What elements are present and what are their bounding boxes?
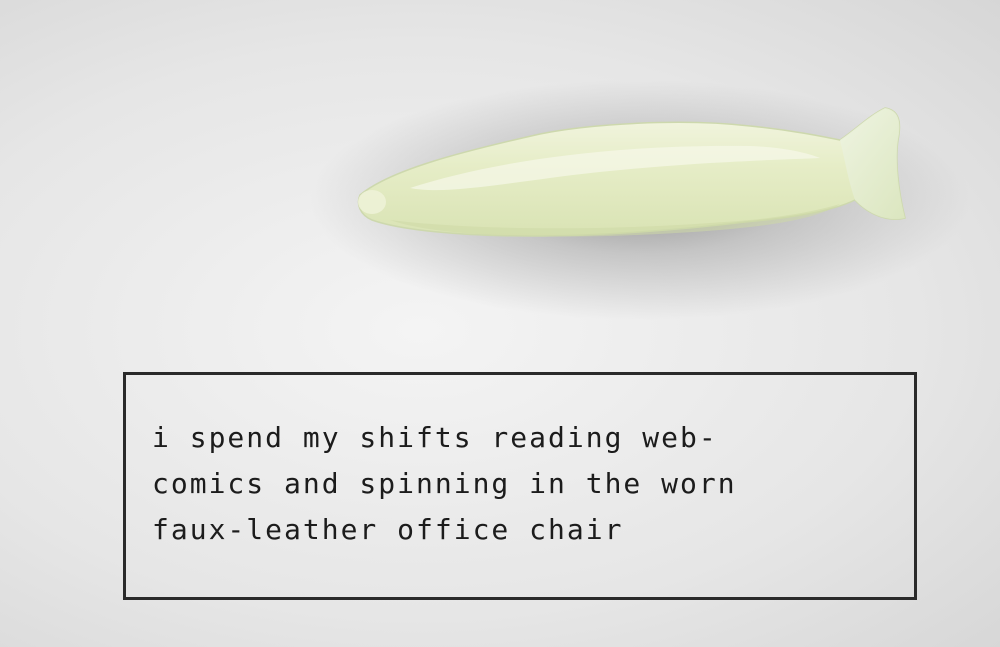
caption-line-1: i spend my shifts reading web- <box>152 421 718 454</box>
fish-illustration <box>357 107 906 237</box>
translucent-fish-image <box>350 100 910 250</box>
caption-box: i spend my shifts reading web- comics an… <box>123 372 917 600</box>
fish-snout <box>358 190 386 214</box>
caption-text: i spend my shifts reading web- comics an… <box>152 415 912 553</box>
fish-body <box>357 107 906 237</box>
caption-line-3: faux-leather office chair <box>152 513 624 546</box>
caption-line-2: comics and spinning in the worn <box>152 467 737 500</box>
